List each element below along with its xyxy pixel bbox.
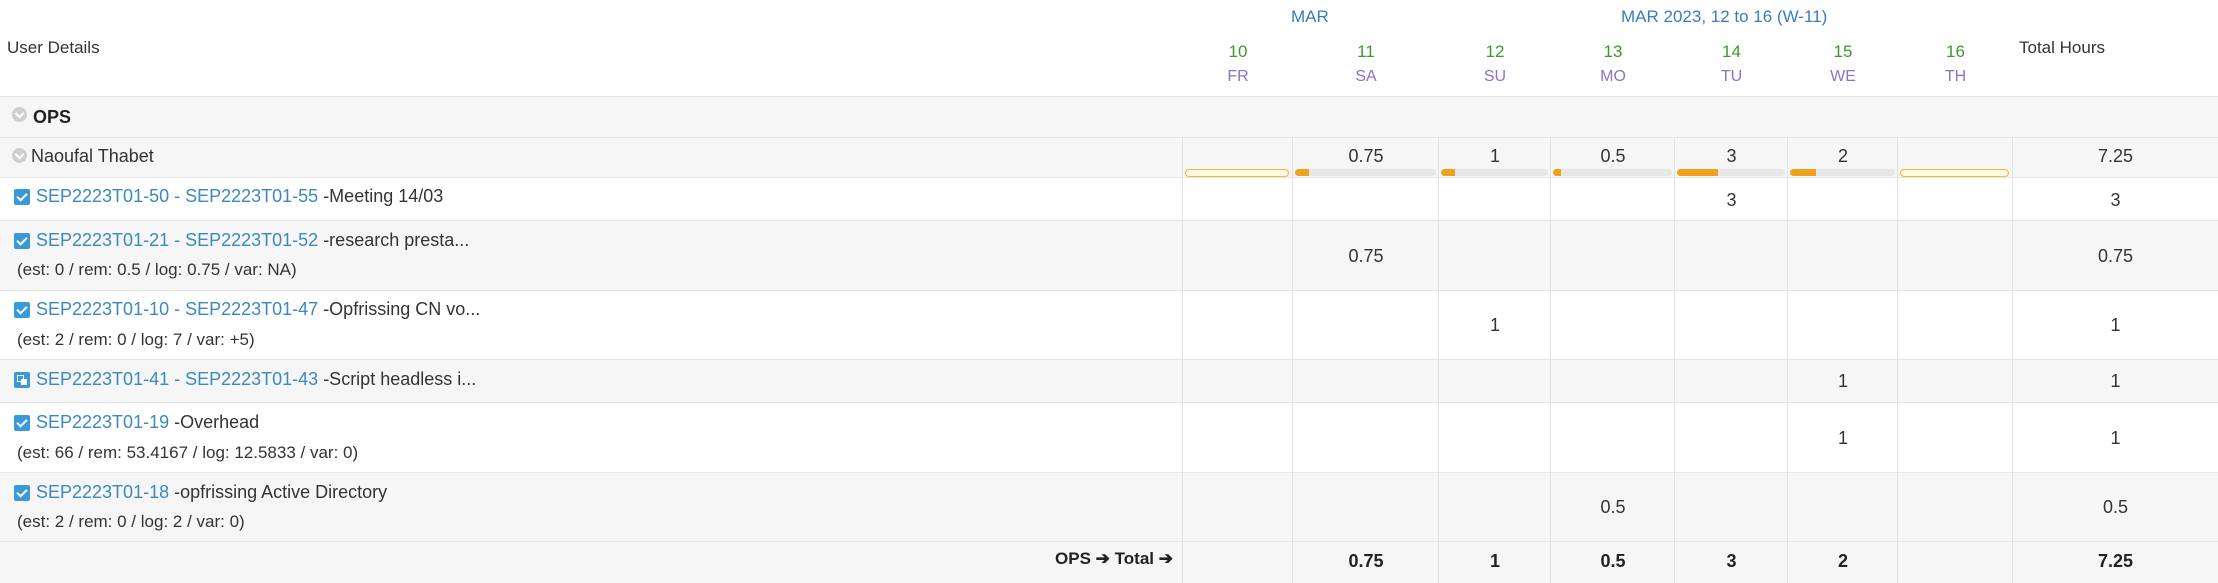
footer-day-value: 0.75 — [1348, 551, 1384, 571]
day-name: FR — [1227, 68, 1249, 85]
day-capacity-bar — [1553, 169, 1672, 176]
task-title: -research presta... — [318, 230, 470, 250]
day-name: TU — [1720, 68, 1743, 85]
month-label: MAR — [1291, 7, 1329, 26]
checkbox-icon[interactable] — [14, 233, 30, 249]
task-summary: SEP2223T01-41 - SEP2223T01-43 -Script he… — [36, 369, 476, 390]
task-title: -opfrissing Active Directory — [169, 482, 388, 502]
task-link[interactable]: SEP2223T01-21 - SEP2223T01-52 — [36, 230, 318, 250]
day-capacity-bar — [1295, 169, 1436, 176]
day-number: 10 — [1228, 42, 1248, 61]
user-details-header: User Details — [7, 38, 100, 57]
task-title: -Meeting 14/03 — [318, 186, 444, 206]
task-total-value: 0.75 — [2097, 246, 2134, 266]
task-estimate-details: (est: 2 / rem: 0 / log: 7 / var: +5) — [17, 330, 255, 349]
day-number: 11 — [1357, 42, 1375, 61]
task-estimate-details: (est: 66 / rem: 53.4167 / log: 12.5833 /… — [17, 443, 359, 462]
day-capacity-bar — [1790, 169, 1895, 176]
task-link[interactable]: SEP2223T01-19 — [36, 412, 169, 432]
user-day-value: 1 — [1489, 146, 1500, 166]
collapse-user-icon[interactable] — [12, 148, 27, 163]
checkbox-icon[interactable] — [14, 302, 30, 318]
task-day-value: 3 — [1726, 190, 1737, 210]
column-divider — [1292, 138, 1293, 583]
user-name: Naoufal Thabet — [31, 146, 154, 166]
task-title: -Script headless i... — [318, 369, 477, 389]
user-day-value: 3 — [1726, 146, 1737, 166]
collapse-group-icon[interactable] — [12, 107, 27, 122]
task-total-value: 1 — [2110, 315, 2121, 335]
day-name: SU — [1483, 68, 1507, 85]
task-link[interactable]: SEP2223T01-10 - SEP2223T01-47 — [36, 299, 318, 319]
task-summary: SEP2223T01-19 -Overhead — [36, 412, 259, 433]
day-capacity-bar — [1185, 169, 1289, 177]
day-capacity-bar — [1900, 169, 2009, 177]
checkbox-icon[interactable] — [14, 415, 30, 431]
footer-day-value: 2 — [1837, 551, 1848, 571]
footer-day-value: 1 — [1489, 551, 1500, 571]
column-divider — [2012, 138, 2013, 583]
footer-total-label: Total — [1114, 549, 1155, 568]
user-total-value: 7.25 — [2097, 146, 2134, 166]
task-summary: SEP2223T01-50 - SEP2223T01-55 -Meeting 1… — [36, 186, 443, 207]
task-day-value: 0.75 — [1348, 246, 1384, 266]
total-hours-header: Total Hours — [2019, 38, 2105, 57]
checkbox-icon[interactable] — [14, 189, 30, 205]
checkbox-icon[interactable] — [14, 485, 30, 501]
task-total-value: 3 — [2110, 190, 2121, 210]
task-link[interactable]: SEP2223T01-18 — [36, 482, 169, 502]
column-divider — [1182, 138, 1183, 583]
day-name: MO — [1600, 68, 1626, 85]
column-divider — [1897, 138, 1898, 583]
arrow-right-icon: ➔ — [1158, 549, 1173, 568]
task-total-value: 1 — [2110, 428, 2121, 448]
task-link[interactable]: SEP2223T01-41 - SEP2223T01-43 — [36, 369, 318, 389]
column-divider — [1438, 138, 1439, 583]
group-name: OPS — [33, 107, 72, 127]
task-link[interactable]: SEP2223T01-50 - SEP2223T01-55 — [36, 186, 318, 206]
user-day-value: 0.75 — [1348, 146, 1384, 166]
day-name: WE — [1830, 68, 1856, 85]
day-number: 15 — [1833, 42, 1853, 61]
task-summary: SEP2223T01-18 -opfrissing Active Directo… — [36, 482, 387, 503]
user-day-value: 0.5 — [1600, 146, 1626, 166]
subtask-icon[interactable] — [14, 372, 30, 388]
day-number: 12 — [1485, 42, 1505, 61]
task-estimate-details: (est: 0 / rem: 0.5 / log: 0.75 / var: NA… — [17, 260, 297, 279]
task-summary: SEP2223T01-10 - SEP2223T01-47 -Opfrissin… — [36, 299, 480, 320]
day-number: 14 — [1722, 42, 1741, 61]
task-day-value: 1 — [1489, 315, 1500, 335]
day-capacity-bar — [1677, 169, 1785, 176]
day-name: TH — [1944, 68, 1967, 85]
task-total-value: 1 — [2110, 371, 2121, 391]
task-day-value: 1 — [1837, 371, 1848, 391]
arrow-right-icon: ➔ — [1095, 549, 1110, 568]
task-title: -Overhead — [169, 412, 260, 432]
user-day-value: 2 — [1837, 146, 1848, 166]
day-number: 13 — [1603, 42, 1623, 61]
task-day-value: 0.5 — [1600, 497, 1626, 517]
group-total-label: OPS ➔ Total ➔ — [1055, 549, 1173, 569]
task-estimate-details: (est: 2 / rem: 0 / log: 2 / var: 0) — [17, 512, 245, 531]
column-divider — [1550, 138, 1551, 583]
footer-day-value: 3 — [1726, 551, 1737, 571]
day-name: SA — [1355, 68, 1377, 85]
footer-total-value: 7.25 — [2097, 551, 2134, 571]
day-capacity-bar — [1441, 169, 1548, 176]
footer-group-name: OPS — [1055, 549, 1091, 568]
task-title: -Opfrissing CN vo... — [318, 299, 481, 319]
column-divider — [1674, 138, 1675, 583]
week-range-label: MAR 2023, 12 to 16 (W-11) — [1621, 7, 1828, 26]
footer-day-value: 0.5 — [1600, 551, 1626, 571]
task-summary: SEP2223T01-21 - SEP2223T01-52 -research … — [36, 230, 469, 251]
column-divider — [1787, 138, 1788, 583]
task-total-value: 0.5 — [2102, 497, 2129, 517]
group-row — [0, 97, 2218, 138]
task-day-value: 1 — [1837, 428, 1848, 448]
day-number: 16 — [1946, 42, 1965, 61]
